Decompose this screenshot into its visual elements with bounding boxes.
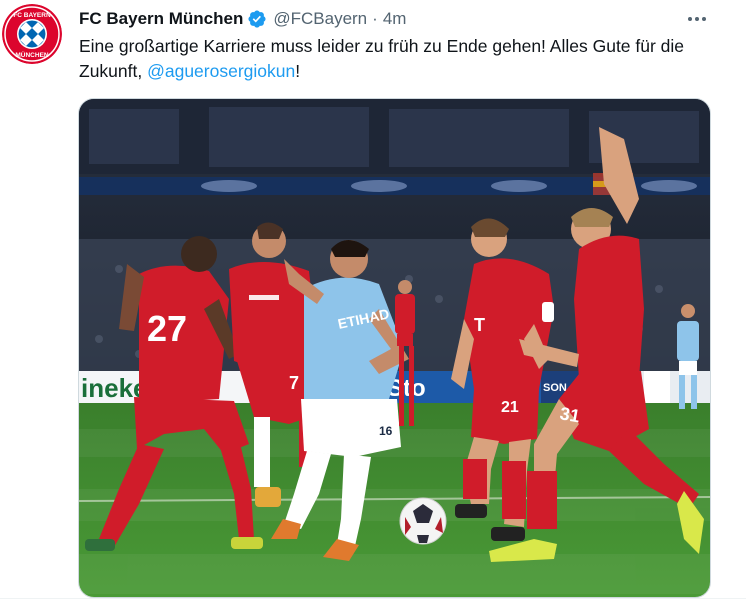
tweet-header: FC Bayern München @FCBayern · 4m [79, 8, 406, 30]
logo-text-bottom: MÜNCHEN [15, 50, 49, 59]
author-name[interactable]: FC Bayern München [79, 9, 243, 29]
jersey-number-27: 27 [147, 308, 187, 349]
jersey-number-7: 7 [289, 373, 299, 393]
timestamp[interactable]: 4m [383, 9, 407, 29]
more-horizontal-icon[interactable] [682, 4, 712, 34]
author-handle[interactable]: @FCBayern [273, 9, 367, 29]
jersey-number-21: 21 [501, 399, 519, 416]
verified-badge-icon [247, 9, 267, 29]
ad-board-right-text: SON [543, 382, 567, 394]
football [399, 497, 447, 545]
jersey-number-31: 31 [558, 403, 581, 426]
avatar[interactable]: FC BAYERN MÜNCHEN [2, 4, 62, 64]
tweet-text-end: ! [295, 61, 301, 81]
logo-text-top: FC BAYERN [13, 12, 51, 19]
tweet-text: Eine großartige Karriere muss leider zu … [79, 34, 719, 84]
mention-link[interactable]: @aguerosergiokun [147, 61, 295, 81]
jersey-number-16: 16 [379, 424, 393, 438]
tweet-card[interactable]: FC BAYERN MÜNCHEN FC Bayern München @FCB… [0, 0, 746, 599]
fc-bayern-logo: FC BAYERN MÜNCHEN [2, 4, 62, 64]
tweet-photo[interactable]: ineke Sto SON 27 7 ETIHAD 16 21 T 31 [78, 98, 711, 598]
separator-dot: · [372, 9, 378, 28]
football-match-photo: ineke Sto SON 27 7 ETIHAD 16 21 T 31 [79, 99, 710, 597]
sponsor-t-logo: T [474, 315, 485, 335]
